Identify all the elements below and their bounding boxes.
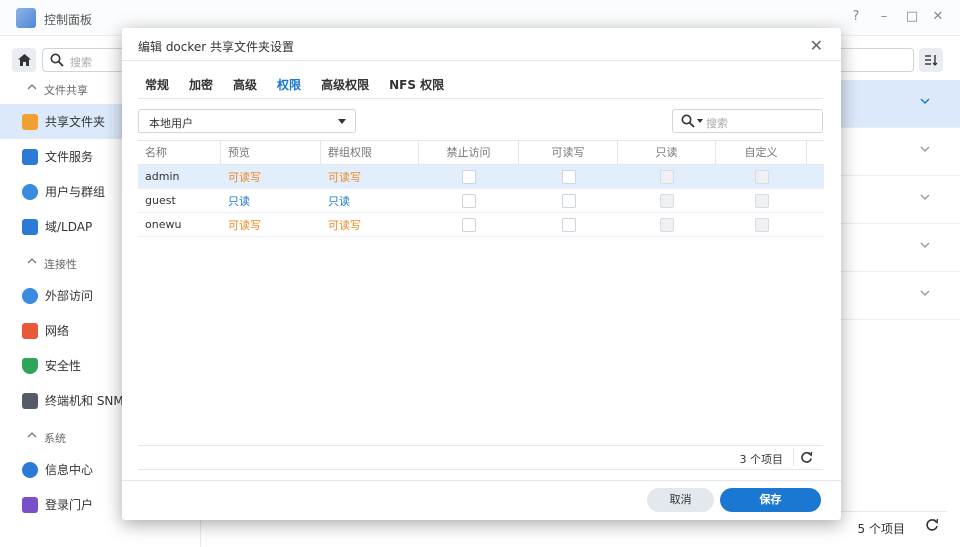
divider (138, 98, 823, 99)
tab-general[interactable]: 常规 (145, 76, 169, 99)
custom-cell (716, 165, 807, 189)
column-header-group-permission[interactable]: 群组权限 (321, 141, 419, 164)
preview-permission: 可读写 (228, 218, 261, 232)
preview-permission: 只读 (228, 194, 250, 208)
table-row[interactable]: guest 只读 只读 (138, 189, 824, 213)
table-header: 名称 预览 群组权限 禁止访问 可读写 只读 自定义 (138, 140, 824, 165)
custom-cell (716, 189, 807, 213)
permission-search-input[interactable]: 搜索 (672, 109, 823, 133)
table-row[interactable]: admin 可读写 可读写 (138, 165, 824, 189)
caret-down-icon (338, 119, 346, 124)
tab-nfs-permissions[interactable]: NFS 权限 (389, 76, 444, 99)
read-write-cell (519, 165, 618, 189)
column-header-preview[interactable]: 预览 (221, 141, 321, 164)
user-name: admin (145, 170, 180, 183)
read-write-cell (519, 189, 618, 213)
edit-shared-folder-dialog: 编辑 docker 共享文件夹设置 ✕ 常规 加密 高级 权限 高级权限 NFS… (122, 28, 841, 520)
user-type-select[interactable]: 本地用户 (138, 109, 356, 133)
divider (122, 60, 841, 61)
save-button[interactable]: 保存 (720, 488, 821, 512)
custom-checkbox[interactable] (754, 169, 769, 184)
column-header-read-only[interactable]: 只读 (618, 141, 716, 164)
tab-advanced[interactable]: 高级 (233, 76, 257, 99)
read-only-cell (618, 213, 716, 237)
read-write-cell (519, 213, 618, 237)
group-permission: 只读 (328, 194, 350, 208)
column-header-name[interactable]: 名称 (138, 141, 221, 164)
search-icon (681, 114, 695, 128)
caret-down-icon[interactable] (697, 119, 703, 123)
no-access-checkbox[interactable] (462, 169, 476, 184)
read-only-cell (618, 165, 716, 189)
custom-checkbox[interactable] (754, 217, 769, 232)
divider (793, 448, 794, 466)
dialog-title: 编辑 docker 共享文件夹设置 (138, 40, 295, 54)
search-placeholder: 搜索 (706, 117, 728, 130)
tab-bar: 常规 加密 高级 权限 高级权限 NFS 权限 (145, 76, 464, 99)
column-header-custom[interactable]: 自定义 (716, 141, 807, 164)
read-only-checkbox[interactable] (660, 193, 674, 208)
read-only-checkbox[interactable] (660, 217, 674, 232)
user-name: onewu (145, 218, 182, 231)
no-access-cell (419, 189, 519, 213)
no-access-cell (419, 165, 519, 189)
tab-advanced-permissions[interactable]: 高级权限 (321, 76, 369, 99)
custom-cell (716, 213, 807, 237)
user-type-value: 本地用户 (149, 117, 193, 130)
read-write-checkbox[interactable] (561, 193, 576, 208)
cancel-button[interactable]: 取消 (647, 488, 714, 512)
column-header-no-access[interactable]: 禁止访问 (419, 141, 519, 164)
no-access-checkbox[interactable] (462, 217, 476, 232)
divider (138, 445, 823, 446)
read-write-checkbox[interactable] (561, 217, 576, 232)
group-permission: 可读写 (328, 170, 361, 184)
divider (138, 469, 823, 470)
read-write-checkbox[interactable] (561, 169, 576, 184)
custom-checkbox[interactable] (754, 193, 769, 208)
item-count: 3 个项目 (739, 453, 784, 466)
dialog-close-button[interactable]: ✕ (810, 36, 823, 55)
read-only-checkbox[interactable] (660, 169, 674, 184)
group-permission: 可读写 (328, 218, 361, 232)
permissions-table: 名称 预览 群组权限 禁止访问 可读写 只读 自定义 admin 可读写 可读写… (138, 140, 824, 237)
divider (122, 480, 841, 481)
table-row[interactable]: onewu 可读写 可读写 (138, 213, 824, 237)
user-name: guest (145, 194, 176, 207)
refresh-icon[interactable] (800, 451, 813, 464)
read-only-cell (618, 189, 716, 213)
tab-encryption[interactable]: 加密 (189, 76, 213, 99)
tab-permissions[interactable]: 权限 (277, 76, 301, 99)
no-access-cell (419, 213, 519, 237)
no-access-checkbox[interactable] (462, 193, 476, 208)
preview-permission: 可读写 (228, 170, 261, 184)
column-header-read-write[interactable]: 可读写 (519, 141, 618, 164)
